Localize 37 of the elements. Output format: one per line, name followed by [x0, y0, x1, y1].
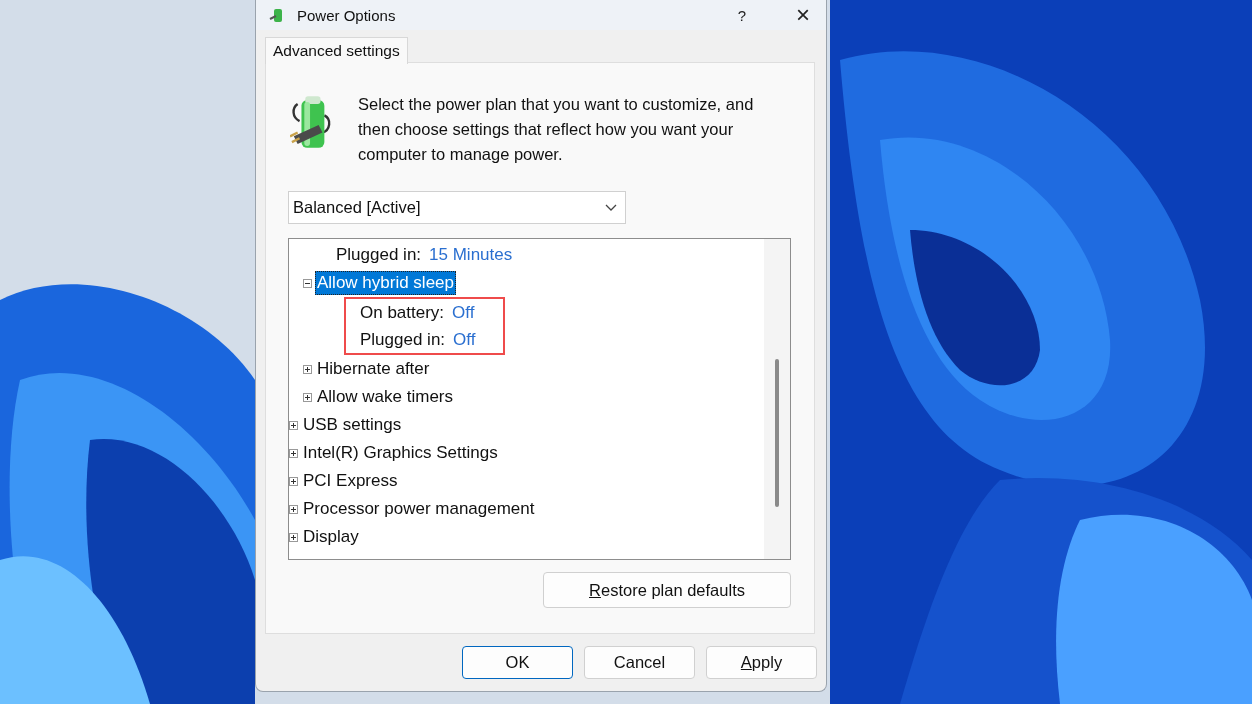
expand-icon[interactable]: [289, 532, 298, 542]
dialog-button[interactable]: Apply: [706, 646, 817, 679]
tree-item[interactable]: PCI Express: [301, 469, 400, 493]
dialog-button[interactable]: Cancel: [584, 646, 695, 679]
tree-item[interactable]: Allow wake timers: [315, 385, 456, 409]
chevron-down-icon: [605, 203, 617, 212]
battery-plug-icon: [269, 7, 285, 23]
scrollbar-thumb[interactable]: [775, 359, 779, 507]
close-button[interactable]: ×: [790, 3, 816, 27]
tree-item[interactable]: Hibernate after: [315, 357, 432, 381]
window-title: Power Options: [297, 6, 396, 24]
tree-item[interactable]: USB settings: [301, 413, 404, 437]
expand-icon[interactable]: [289, 420, 298, 430]
tree-item[interactable]: Intel(R) Graphics Settings: [301, 441, 500, 465]
plan-dropdown[interactable]: Balanced [Active]: [288, 191, 626, 224]
setting-value[interactable]: 15 Minutes: [429, 245, 513, 265]
setting-value[interactable]: Off: [452, 302, 475, 323]
tree-item[interactable]: Processor power management: [301, 497, 537, 521]
tree-item[interactable]: Allow hybrid sleep: [315, 271, 456, 295]
expand-icon[interactable]: [289, 448, 298, 458]
expand-icon[interactable]: [303, 392, 312, 402]
scrollbar[interactable]: [764, 239, 790, 559]
description-text: Select the power plan that you want to customize, and then choose settings that reflect how you want your computer to manage power.: [358, 94, 755, 165]
setting-label: Plugged in:: [335, 244, 423, 266]
tree-item[interactable]: Display: [301, 525, 361, 549]
expand-icon[interactable]: [303, 364, 312, 374]
dropdown-value: Balanced [Active]: [293, 198, 422, 217]
collapse-icon[interactable]: [303, 278, 312, 288]
expand-icon[interactable]: [289, 476, 298, 486]
setting-label: Plugged in:: [359, 328, 447, 351]
tab[interactable]: Advanced settings: [265, 37, 408, 64]
dialog-button[interactable]: OK: [462, 646, 573, 679]
expand-icon[interactable]: [289, 504, 298, 514]
setting-value[interactable]: Off: [453, 329, 476, 350]
setting-label: On battery:: [359, 301, 446, 324]
restore-defaults-button[interactable]: Restore plan defaults: [543, 572, 791, 608]
help-button[interactable]: ?: [731, 6, 752, 24]
